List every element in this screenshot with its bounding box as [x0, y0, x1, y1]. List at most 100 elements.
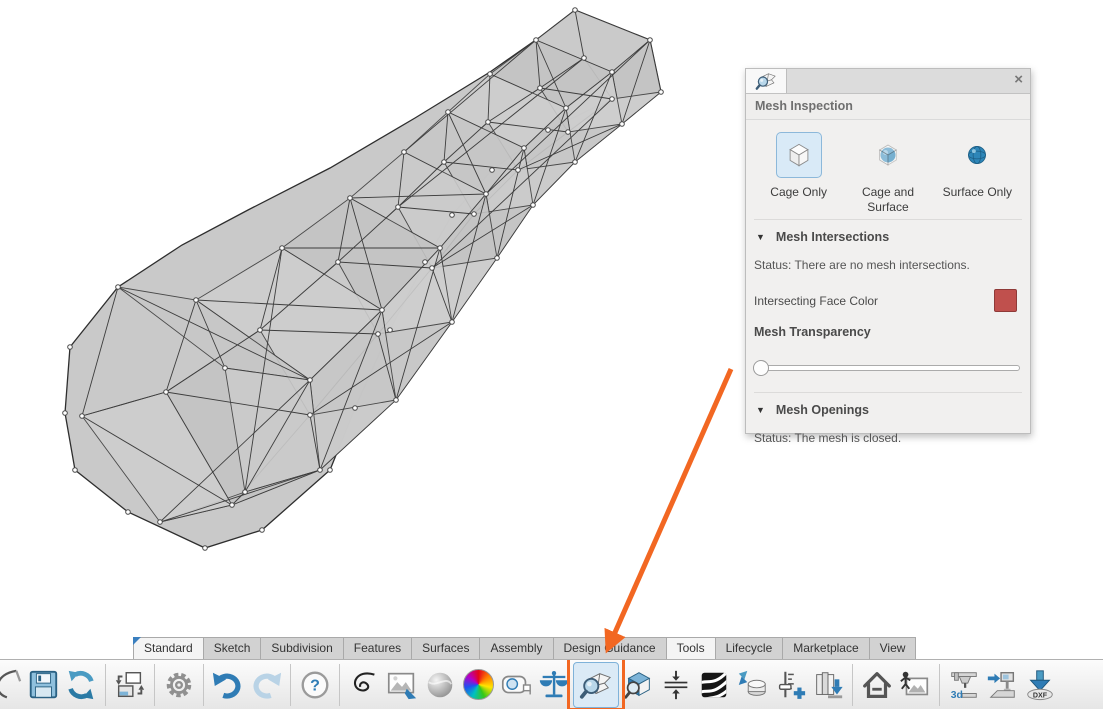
- sync-icon: [64, 668, 98, 702]
- help-icon: ?: [298, 668, 332, 702]
- toolbar-button-lasso[interactable]: [345, 663, 383, 707]
- face-color-label: Intersecting Face Color: [754, 294, 878, 308]
- mesh-intersections-title: Mesh Intersections: [776, 230, 889, 244]
- toolbar-button-doc-exchange[interactable]: [111, 663, 149, 707]
- toolbar-separator: [154, 664, 155, 706]
- surface-only-icon: [963, 141, 991, 169]
- compare-icon: [735, 668, 769, 702]
- redo-icon: [249, 668, 283, 702]
- toolbar-button-compare[interactable]: [733, 663, 771, 707]
- mesh-intersections-header[interactable]: ▼ Mesh Intersections: [754, 230, 1022, 244]
- sensor-icon: [773, 668, 807, 702]
- undo-icon: [211, 668, 245, 702]
- cage-and-surface-button[interactable]: [865, 132, 911, 178]
- collapse-triangle-icon[interactable]: ▼: [756, 405, 765, 415]
- toolbar-button-check-cube[interactable]: [619, 663, 657, 707]
- tab-features[interactable]: Features: [343, 637, 412, 659]
- tab-marketplace[interactable]: Marketplace: [782, 637, 869, 659]
- toolbar-button-mesh-inspection[interactable]: [573, 662, 619, 708]
- toolbar-button-sensor[interactable]: [771, 663, 809, 707]
- toolbar-button-machine[interactable]: [983, 663, 1021, 707]
- mesh-openings-title: Mesh Openings: [776, 403, 869, 417]
- tab-surfaces[interactable]: Surfaces: [411, 637, 480, 659]
- toolbar-button-help[interactable]: ?: [296, 663, 334, 707]
- gear-icon: [162, 668, 196, 702]
- tab-assembly[interactable]: Assembly: [479, 637, 553, 659]
- cage-and-surface-icon: [873, 140, 903, 170]
- toolbar-separator: [939, 664, 940, 706]
- toolbar-button-measure[interactable]: [497, 663, 535, 707]
- dialog-title: Mesh Inspection: [746, 94, 1030, 120]
- home-icon: [860, 668, 894, 702]
- color-wheel-icon: [463, 669, 494, 700]
- toolbar-button-thickness[interactable]: [657, 663, 695, 707]
- slider-handle[interactable]: [753, 360, 769, 376]
- save-icon: [26, 668, 60, 702]
- slider-track[interactable]: [754, 365, 1020, 371]
- tab-design-guidance[interactable]: Design Guidance: [553, 637, 667, 659]
- toolbar-button-library[interactable]: [809, 663, 847, 707]
- bottom-toolbar: ? 3d DXF: [0, 659, 1103, 709]
- view-mode-cage-and-surface[interactable]: Cage and Surface: [843, 132, 932, 215]
- dxf-icon: DXF: [1023, 668, 1057, 702]
- mesh-inspection-icon: [755, 70, 777, 92]
- toolbar-button-undo[interactable]: [209, 663, 247, 707]
- toolbar-separator: [852, 664, 853, 706]
- toolbar-separator: [339, 664, 340, 706]
- surface-only-label: Surface Only: [939, 185, 1015, 215]
- capture-icon: [898, 668, 932, 702]
- view-mode-surface-only[interactable]: Surface Only: [933, 132, 1022, 215]
- transparency-slider[interactable]: [754, 360, 1022, 375]
- dialog-body: Cage Only Cage and Surface: [746, 120, 1030, 445]
- svg-text:?: ?: [310, 676, 320, 694]
- toolbar-button-capture[interactable]: [896, 663, 934, 707]
- toolbar-button-appearance[interactable]: [421, 663, 459, 707]
- cage-only-icon: [783, 139, 815, 171]
- openings-status: Status: The mesh is closed.: [754, 431, 1022, 445]
- toolbar-button-save[interactable]: [24, 663, 62, 707]
- toolbar-button-redo[interactable]: [247, 663, 285, 707]
- view-mode-group: Cage Only Cage and Surface: [754, 132, 1022, 215]
- view-mode-cage-only[interactable]: Cage Only: [754, 132, 843, 215]
- toolbar-button-dxf[interactable]: DXF: [1021, 663, 1059, 707]
- section-divider: [754, 392, 1022, 393]
- toolbar-separator: [203, 664, 204, 706]
- tab-fold-corner-icon: [133, 637, 141, 645]
- tab-sketch[interactable]: Sketch: [203, 637, 262, 659]
- toolbar-button-color-wheel[interactable]: [459, 663, 497, 707]
- tab-tools[interactable]: Tools: [666, 637, 716, 659]
- tab-lifecycle[interactable]: Lifecycle: [715, 637, 784, 659]
- toolbar-button-insert-image[interactable]: [383, 663, 421, 707]
- toolbar-button-sync[interactable]: [62, 663, 100, 707]
- tab-view[interactable]: View: [869, 637, 917, 659]
- svg-text:DXF: DXF: [1033, 691, 1048, 699]
- check-cube-icon: [621, 668, 655, 702]
- toolbar-button-partial[interactable]: [0, 663, 24, 707]
- toolbar-button-print3d[interactable]: 3d: [945, 663, 983, 707]
- thickness-icon: [659, 668, 693, 702]
- dialog-tab-mesh-inspection[interactable]: [746, 69, 787, 93]
- collapse-triangle-icon[interactable]: ▼: [756, 232, 765, 242]
- toolbar-button-home[interactable]: [858, 663, 896, 707]
- toolbar-separator: [290, 664, 291, 706]
- doc-exchange-icon: [113, 668, 147, 702]
- insert-image-icon: [385, 668, 419, 702]
- mesh-inspection-icon: [579, 668, 613, 702]
- mesh-openings-header[interactable]: ▼ Mesh Openings: [754, 403, 1022, 417]
- appearance-icon: [423, 668, 457, 702]
- close-icon[interactable]: ×: [1014, 72, 1023, 87]
- toolbar-separator: [105, 664, 106, 706]
- intersections-status: Status: There are no mesh intersections.: [754, 258, 1022, 272]
- print3d-icon: 3d: [947, 668, 981, 702]
- tab-subdivision[interactable]: Subdivision: [260, 637, 343, 659]
- toolbar-button-mass-properties[interactable]: [535, 663, 573, 707]
- toolbar-button-zebra[interactable]: [695, 663, 733, 707]
- surface-only-button[interactable]: [954, 132, 1000, 178]
- tab-standard[interactable]: Standard: [133, 637, 204, 659]
- mesh-transparency-label: Mesh Transparency: [754, 325, 1022, 339]
- cage-only-button[interactable]: [776, 132, 822, 178]
- face-color-swatch[interactable]: [994, 289, 1017, 312]
- toolbar-button-gear[interactable]: [160, 663, 198, 707]
- machine-icon: [985, 668, 1019, 702]
- mass-properties-icon: [537, 668, 571, 702]
